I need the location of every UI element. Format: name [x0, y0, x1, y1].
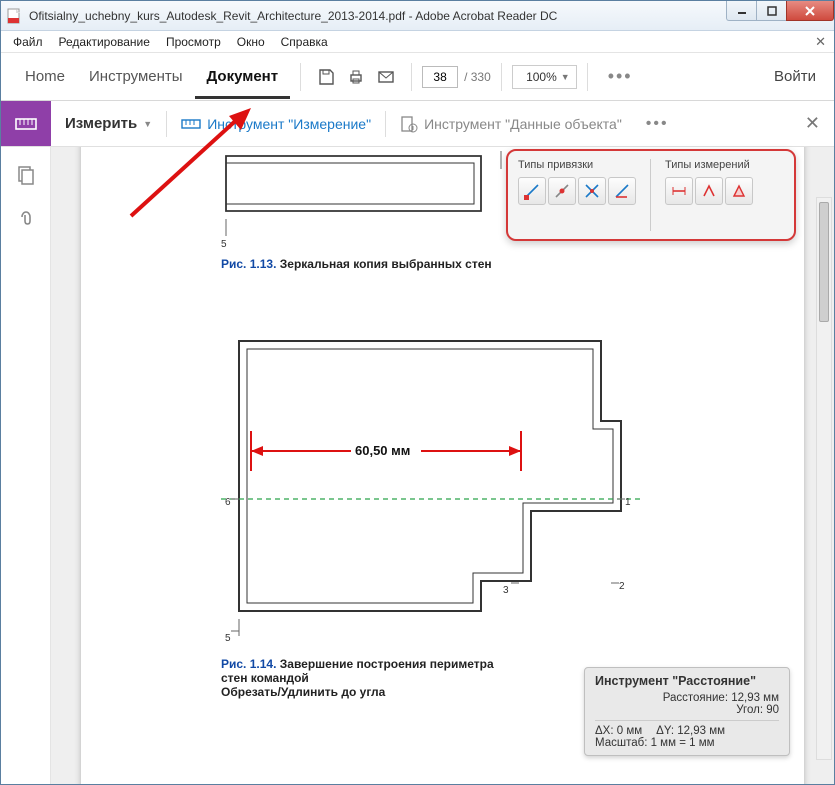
window-title: Ofitsialny_uchebny_kurs_Autodesk_Revit_A… — [29, 9, 726, 23]
app-window: Ofitsialny_uchebny_kurs_Autodesk_Revit_A… — [0, 0, 835, 785]
menu-file[interactable]: Файл — [7, 33, 49, 51]
close-button[interactable] — [786, 1, 834, 21]
chevron-down-icon: ▼ — [143, 119, 152, 129]
ruler-icon — [181, 117, 201, 131]
menubar: Файл Редактирование Просмотр Окно Справк… — [1, 31, 834, 53]
snap-intersection-icon[interactable] — [578, 177, 606, 205]
menu-help[interactable]: Справка — [275, 33, 334, 51]
titlebar: Ofitsialny_uchebny_kurs_Autodesk_Revit_A… — [1, 1, 834, 31]
menu-edit[interactable]: Редактирование — [53, 33, 156, 51]
svg-text:2: 2 — [619, 581, 625, 592]
distance-tooltip: Инструмент "Расстояние" Расстояние: 12,9… — [584, 667, 790, 756]
main-toolbar: Home Инструменты Документ / 330 100% ▼ •… — [1, 53, 834, 101]
menu-window[interactable]: Окно — [231, 33, 271, 51]
fig1-label-5: 5 — [221, 239, 227, 250]
window-controls — [726, 1, 834, 30]
fig2-dimension: 60,50 мм — [355, 443, 410, 458]
close-subtool-icon[interactable]: ✕ — [805, 113, 820, 134]
object-data-tool-label: Инструмент "Данные объекта" — [424, 116, 622, 132]
page-current-input[interactable] — [422, 66, 458, 88]
scroll-thumb[interactable] — [819, 202, 829, 322]
svg-text:1: 1 — [625, 497, 631, 508]
menubar-close-icon[interactable]: ✕ — [815, 34, 826, 50]
measure-types-label: Типы измерений — [665, 159, 753, 171]
svg-text:3: 3 — [503, 585, 509, 596]
tooltip-dx: ΔX: 0 мм — [595, 725, 642, 737]
measurement-tool-button[interactable]: Инструмент "Измерение" — [167, 101, 385, 146]
fig1-number: Рис. 1.13. — [221, 257, 276, 271]
measurement-tool-label: Инструмент "Измерение" — [207, 116, 371, 132]
minimize-button[interactable] — [726, 1, 756, 21]
snap-types-panel[interactable]: Типы привязки Типы измерений — [506, 149, 796, 241]
left-sidebar — [1, 147, 51, 784]
measure-area-icon[interactable] — [725, 177, 753, 205]
more-actions-icon[interactable]: ••• — [598, 66, 643, 87]
tooltip-scale: Масштаб: 1 мм = 1 мм — [595, 737, 715, 749]
tooltip-angle: Угол: 90 — [736, 704, 779, 716]
fig2-caption-l2: Обрезать/Удлинить до угла — [221, 685, 385, 699]
page-total: / 330 — [464, 70, 491, 84]
measure-toolbar: Измерить ▼ Инструмент "Измерение" Инстру… — [1, 101, 834, 147]
thumbnails-icon[interactable] — [16, 165, 36, 185]
more-subtool-icon[interactable]: ••• — [636, 115, 679, 133]
snap-types-label: Типы привязки — [518, 159, 636, 171]
fig1-caption: Зеркальная копия выбранных стен — [280, 257, 492, 271]
zoom-value: 100% — [519, 70, 557, 84]
tooltip-dy: ΔY: 12,93 мм — [656, 725, 725, 737]
measure-dropdown[interactable]: Измерить ▼ — [51, 101, 166, 146]
object-data-icon — [400, 115, 418, 133]
snap-endpoint-icon[interactable] — [518, 177, 546, 205]
measure-label: Измерить — [65, 115, 137, 132]
attachments-icon[interactable] — [16, 207, 36, 227]
page-number-control: / 330 — [422, 66, 491, 88]
email-icon[interactable] — [371, 62, 401, 92]
nav-home[interactable]: Home — [13, 54, 77, 99]
maximize-button[interactable] — [756, 1, 786, 21]
zoom-control[interactable]: 100% ▼ — [512, 65, 577, 89]
nav-tools[interactable]: Инструменты — [77, 54, 195, 99]
measure-perimeter-icon[interactable] — [695, 177, 723, 205]
tooltip-title: Инструмент "Расстояние" — [595, 674, 779, 688]
svg-text:5: 5 — [225, 633, 231, 644]
snap-midpoint-icon[interactable] — [548, 177, 576, 205]
chevron-down-icon: ▼ — [561, 72, 570, 82]
figure-1-14: 60,50 мм 6 1 2 3 5 — [121, 331, 764, 699]
pdf-app-icon — [7, 8, 23, 24]
svg-text:6: 6 — [225, 497, 231, 508]
save-icon[interactable] — [311, 62, 341, 92]
nav-document[interactable]: Документ — [195, 54, 291, 99]
object-data-tool-button[interactable]: Инструмент "Данные объекта" — [386, 101, 636, 146]
signin-link[interactable]: Войти — [774, 68, 822, 85]
print-icon[interactable] — [341, 62, 371, 92]
snap-perpendicular-icon[interactable] — [608, 177, 636, 205]
measure-category-icon[interactable] — [1, 101, 51, 146]
menu-view[interactable]: Просмотр — [160, 33, 227, 51]
vertical-scrollbar[interactable] — [816, 197, 832, 760]
measure-distance-icon[interactable] — [665, 177, 693, 205]
fig2-number: Рис. 1.14. — [221, 657, 276, 671]
tooltip-distance: Расстояние: 12,93 мм — [663, 692, 779, 704]
